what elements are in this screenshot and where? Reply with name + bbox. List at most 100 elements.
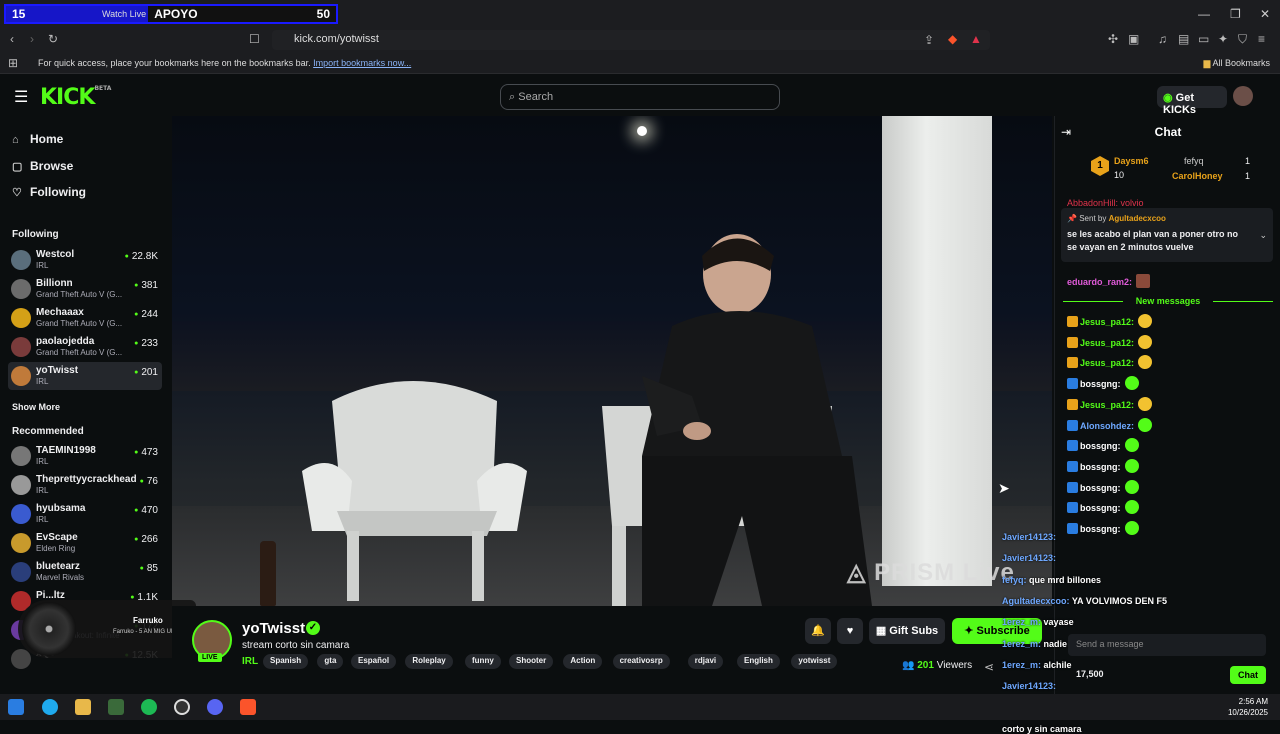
chat-username[interactable]: bossgng: xyxy=(1080,503,1121,513)
stream-tag[interactable]: Español xyxy=(351,654,397,669)
chat-username[interactable]: bossgng: xyxy=(1080,441,1121,451)
sidebar-channel[interactable]: MechaaaxGrand Theft Auto V (G... 244 xyxy=(8,304,162,332)
overlay-chat-text: vayase xyxy=(1043,617,1074,628)
share-stream-icon[interactable]: ⋖ xyxy=(984,660,994,674)
sidebar-channel[interactable]: BillionnGrand Theft Auto V (G... 381 xyxy=(8,275,162,303)
forward-icon[interactable]: › xyxy=(30,32,34,46)
gifter-name-2[interactable]: fefyq xyxy=(1184,156,1204,166)
file-explorer-icon[interactable] xyxy=(75,699,91,715)
show-more-button[interactable]: Show More xyxy=(12,402,60,412)
sidebar-channel[interactable]: TAEMIN1998IRL 473 xyxy=(8,442,162,470)
brave-icon[interactable] xyxy=(240,699,256,715)
chat-username[interactable]: Jesus_pa12: xyxy=(1080,317,1134,327)
nav-browse[interactable]: ▢ Browse xyxy=(12,159,73,173)
wallet-icon[interactable]: ▭ xyxy=(1198,32,1209,46)
screenshot-icon[interactable]: ▣ xyxy=(1128,32,1139,46)
edge-icon[interactable] xyxy=(42,699,58,715)
nav-home[interactable]: ⌂ Home xyxy=(12,132,63,146)
import-bookmarks-link[interactable]: Import bookmarks now... xyxy=(313,58,411,68)
address-bar[interactable]: kick.com/yotwisst xyxy=(272,30,990,50)
apps-grid-icon[interactable]: ⊞ xyxy=(8,56,18,70)
user-avatar[interactable] xyxy=(1233,86,1253,106)
stream-tag[interactable]: Spanish xyxy=(263,654,309,669)
hamburger-menu-icon[interactable]: ☰ xyxy=(14,87,28,107)
discord-icon[interactable] xyxy=(207,699,223,715)
overlay-chat-username: Javier14123: xyxy=(1002,681,1057,692)
chat-username[interactable]: Alonsohdez: xyxy=(1080,421,1134,431)
menu-icon[interactable]: ≡ xyxy=(1258,32,1265,46)
gifter-count-3: 1 xyxy=(1245,171,1251,181)
sidebar-channel[interactable]: hyubsamaIRL 470 xyxy=(8,500,162,528)
all-bookmarks-button[interactable]: ▆ All Bookmarks xyxy=(1204,58,1270,69)
sidebar-channel[interactable]: yoTwisstIRL 201 xyxy=(8,362,162,390)
obs-icon[interactable] xyxy=(174,699,190,715)
emote-icon xyxy=(1136,274,1151,288)
streamer-name[interactable]: yoTwisst xyxy=(242,620,305,637)
share-icon[interactable]: ⇪ xyxy=(924,33,934,47)
chat-username[interactable]: Jesus_pa12: xyxy=(1080,338,1134,348)
stream-tag[interactable]: Shooter xyxy=(509,654,554,669)
video-player[interactable]: ◬ PRISM Live xyxy=(172,116,1052,606)
nav-following[interactable]: ♡ Following xyxy=(12,185,86,199)
gift-subs-button[interactable]: ▦ Gift Subs xyxy=(869,618,945,644)
vpn-icon[interactable]: ⛉ xyxy=(1238,32,1247,47)
chat-send-button[interactable]: Chat xyxy=(1230,666,1266,684)
stream-tag[interactable]: funny xyxy=(465,654,501,669)
search-input[interactable]: ⌕ Search xyxy=(500,84,780,110)
leo-icon[interactable]: ✦ xyxy=(1218,32,1228,46)
chat-message: bossgng: xyxy=(1067,479,1139,494)
expand-pinned-icon[interactable]: ⌄ xyxy=(1259,230,1267,241)
heart-icon: ♥ xyxy=(846,625,854,637)
sidebar-channel[interactable]: paolaojeddaGrand Theft Auto V (G... 233 xyxy=(8,333,162,361)
sidebar-channel[interactable]: EvScapeElden Ring 266 xyxy=(8,529,162,557)
minimize-icon[interactable]: — xyxy=(1198,7,1210,21)
sidebar-channel[interactable]: WestcolIRL 22.8K xyxy=(8,246,162,274)
stream-tag[interactable]: Action xyxy=(563,654,603,669)
chat-username[interactable]: bossgng: xyxy=(1080,483,1121,493)
reload-icon[interactable]: ↻ xyxy=(48,32,58,46)
brave-rewards-icon[interactable]: ▲ xyxy=(970,32,982,46)
stream-category[interactable]: IRL xyxy=(242,656,258,667)
channel-category: Grand Theft Auto V (G... xyxy=(36,319,123,328)
back-icon[interactable]: ‹ xyxy=(10,32,14,46)
extensions-icon[interactable]: ✣ xyxy=(1108,32,1118,46)
verified-check-icon: ✓ xyxy=(306,621,320,635)
chat-input[interactable]: Send a message xyxy=(1068,634,1266,656)
stream-tag[interactable]: rdjavi xyxy=(687,654,724,669)
sidebar-channel[interactable]: bluetearzMarvel Rivals 85 xyxy=(8,558,162,586)
sidebar-toggle-icon[interactable]: ▤ xyxy=(1178,32,1189,46)
bookmark-icon[interactable]: ☐ xyxy=(249,32,260,46)
close-icon[interactable]: ✕ xyxy=(1260,7,1270,21)
kick-logo[interactable]: KICKBETA xyxy=(40,85,111,110)
emote-icon xyxy=(1124,500,1139,515)
gifter-name-1[interactable]: Daysm6 xyxy=(1114,156,1149,166)
stream-tag[interactable]: yotwisst xyxy=(791,654,838,669)
chat-username[interactable]: eduardo_ram2: xyxy=(1067,277,1132,287)
stream-tag[interactable]: English xyxy=(737,654,780,669)
overlay-chat-text: YA VOLVIMOS DEN F5 xyxy=(1071,595,1168,606)
chat-username[interactable]: Jesus_pa12: xyxy=(1080,358,1134,368)
spotify-icon[interactable] xyxy=(141,699,157,715)
get-kicks-button[interactable]: ◉ Get KICKs xyxy=(1157,86,1227,116)
sidebar-channel[interactable]: TheprettyycrackheadIRL 76 xyxy=(8,471,162,499)
follow-heart-button[interactable]: ♥ xyxy=(837,618,863,644)
channel-viewers: 470 xyxy=(134,505,158,516)
chat-username[interactable]: bossgng: xyxy=(1080,462,1121,472)
bookmarks-hint: For quick access, place your bookmarks h… xyxy=(38,58,411,68)
verified-badge-icon xyxy=(1067,460,1078,472)
bell-icon: 🔔 xyxy=(811,625,825,637)
terminal-icon[interactable] xyxy=(108,699,124,715)
maximize-icon[interactable]: ❐ xyxy=(1230,7,1241,21)
stream-tag[interactable]: Roleplay xyxy=(405,654,453,669)
music-icon[interactable]: ♫ xyxy=(1158,32,1167,46)
chat-username[interactable]: Jesus_pa12: xyxy=(1080,400,1134,410)
stream-tag[interactable]: gta xyxy=(317,654,344,669)
chat-username[interactable]: bossgng: xyxy=(1080,379,1121,389)
brave-shield-icon[interactable]: ◆ xyxy=(948,32,957,46)
start-icon[interactable] xyxy=(8,699,24,715)
notification-bell-button[interactable]: 🔔 xyxy=(805,618,831,644)
channel-points[interactable]: 17,500 xyxy=(1076,669,1104,679)
stream-tag[interactable]: creativosrp xyxy=(612,654,670,669)
overlay-chat-message: Javier14123: xyxy=(1002,553,1056,563)
gifter-name-3[interactable]: CarolHoney xyxy=(1172,171,1223,181)
